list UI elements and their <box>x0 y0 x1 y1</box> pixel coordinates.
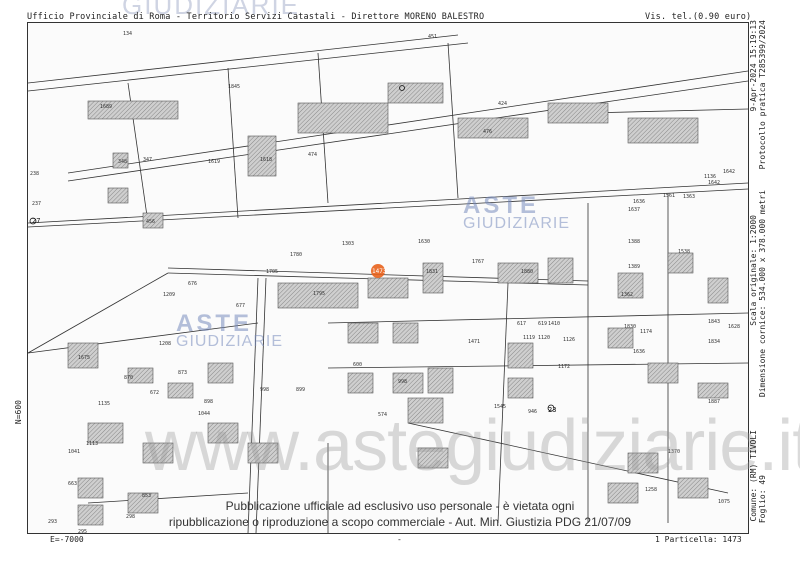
svg-text:1780: 1780 <box>290 252 302 258</box>
svg-text:672: 672 <box>150 390 159 396</box>
svg-text:1135: 1135 <box>98 401 110 407</box>
svg-text:619: 619 <box>538 321 547 327</box>
svg-text:676: 676 <box>188 281 197 287</box>
side-protocol: Protocollo pratica T285399/2024 <box>758 20 767 170</box>
svg-text:1389: 1389 <box>628 264 640 270</box>
svg-text:1410: 1410 <box>548 321 560 327</box>
svg-text:1628: 1628 <box>728 324 740 330</box>
svg-text:1120: 1120 <box>538 335 550 341</box>
svg-text:474: 474 <box>308 152 317 158</box>
watermark-logo-2: ASTE GIUDIZIARIE <box>176 310 284 350</box>
svg-text:899: 899 <box>296 387 305 393</box>
svg-text:600: 600 <box>353 362 362 368</box>
svg-text:1119: 1119 <box>523 335 535 341</box>
svg-text:1636: 1636 <box>633 199 645 205</box>
svg-text:295: 295 <box>78 529 87 533</box>
svg-text:1619: 1619 <box>208 159 220 165</box>
svg-text:237: 237 <box>32 201 41 207</box>
svg-text:663: 663 <box>68 481 77 487</box>
svg-text:1209: 1209 <box>163 292 175 298</box>
svg-text:1642: 1642 <box>723 169 735 175</box>
svg-text:1208: 1208 <box>159 341 171 347</box>
svg-text:476: 476 <box>483 129 492 135</box>
svg-text:1174: 1174 <box>640 329 652 335</box>
svg-text:451: 451 <box>428 34 437 40</box>
svg-text:1538: 1538 <box>678 249 690 255</box>
svg-text:424: 424 <box>498 101 507 107</box>
svg-text:870: 870 <box>124 375 133 381</box>
svg-text:1618: 1618 <box>260 157 272 163</box>
svg-text:873: 873 <box>178 370 187 376</box>
side-northing: N=600 <box>14 400 23 425</box>
svg-text:1126: 1126 <box>563 337 575 343</box>
svg-text:1843: 1843 <box>708 319 720 325</box>
svg-text:456: 456 <box>146 219 155 225</box>
legal-line-1: Pubblicazione ufficiale ad esclusivo uso… <box>225 499 575 513</box>
svg-text:238: 238 <box>30 171 39 177</box>
svg-text:1303: 1303 <box>342 241 354 247</box>
side-dimensions: Dimensione cornice: 534.000 x 378.000 me… <box>758 190 767 398</box>
footer-particella: 1 Particella: 1473 <box>655 535 742 544</box>
header-fee: Vis. tel.(0.90 euro) <box>645 12 752 22</box>
svg-text:1041: 1041 <box>68 449 80 455</box>
svg-text:347: 347 <box>143 157 152 163</box>
svg-text:1689: 1689 <box>100 104 112 110</box>
watermark-site: www.astegiudiziarie.it <box>145 406 800 486</box>
svg-text:677: 677 <box>236 303 245 309</box>
svg-text:1172: 1172 <box>558 364 570 370</box>
footer-dash: - <box>397 535 402 544</box>
svg-text:1636: 1636 <box>633 349 645 355</box>
header-title: Ufficio Provinciale di Roma - Territorio… <box>27 12 485 22</box>
svg-text:1705: 1705 <box>266 269 278 275</box>
svg-text:1630: 1630 <box>418 239 430 245</box>
svg-text:1845: 1845 <box>228 84 240 90</box>
svg-text:1767: 1767 <box>472 259 484 265</box>
svg-text:134: 134 <box>123 31 132 37</box>
svg-text:1830: 1830 <box>624 324 636 330</box>
svg-text:1471: 1471 <box>468 339 480 345</box>
watermark-logo-1: ASTE GIUDIZIARIE <box>463 192 571 232</box>
svg-text:1561: 1561 <box>663 193 675 199</box>
svg-text:348: 348 <box>118 159 127 165</box>
svg-text:1834: 1834 <box>708 339 720 345</box>
svg-text:617: 617 <box>517 321 526 327</box>
svg-text:1642: 1642 <box>708 180 720 186</box>
svg-text:1795: 1795 <box>313 291 325 297</box>
svg-text:1831: 1831 <box>426 269 438 275</box>
side-date: 9-Apr-2024 15:19:13 <box>749 20 758 112</box>
svg-text:1388: 1388 <box>628 239 640 245</box>
svg-text:998: 998 <box>398 379 407 385</box>
svg-text:1880: 1880 <box>521 269 533 275</box>
svg-text:1258: 1258 <box>645 487 657 493</box>
side-scale: Scala originale: 1:2000 <box>749 215 758 326</box>
svg-text:998: 998 <box>260 387 269 393</box>
svg-text:1362: 1362 <box>621 292 633 298</box>
side-comune: Comune: (RM) TIVOLI <box>749 430 758 522</box>
svg-text:1363: 1363 <box>683 194 695 200</box>
svg-text:1113: 1113 <box>86 441 98 447</box>
side-foglio: Foglio: 49 <box>758 475 767 524</box>
highlighted-parcel-label: 1473 <box>372 268 387 275</box>
svg-text:1637: 1637 <box>628 207 640 213</box>
svg-text:1136: 1136 <box>704 174 716 180</box>
footer-easting: E=-7000 <box>50 535 84 544</box>
legal-line-2: ripubblicazione o riproduzione a scopo c… <box>168 515 632 529</box>
svg-text:1675: 1675 <box>78 355 90 361</box>
svg-text:27: 27 <box>32 217 40 225</box>
